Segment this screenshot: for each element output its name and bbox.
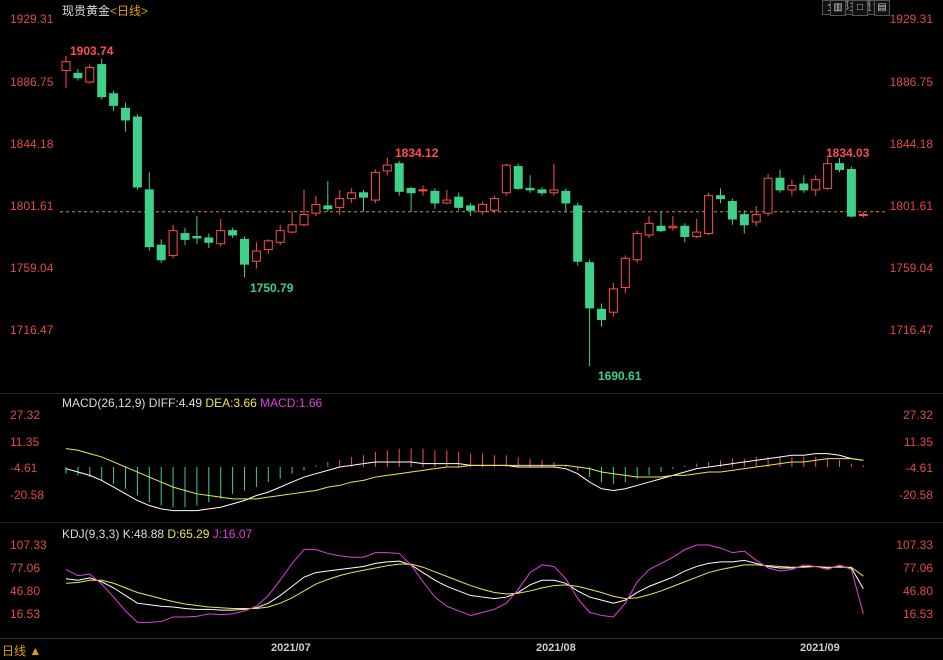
candle-body [109,93,119,106]
candle-body [442,199,452,204]
candle-body [263,240,273,251]
candle-body [823,163,833,189]
candle-body [61,61,71,71]
candle-body [680,225,690,237]
candle-body [739,214,749,226]
candle-body [156,244,166,261]
candle-body [620,257,630,288]
chart-canvas[interactable] [0,0,943,659]
candle-body [525,187,535,191]
candle-body [121,107,130,121]
candle-body [858,214,868,217]
candle-body [335,198,345,208]
candle-body [668,225,678,229]
candle-body [585,262,595,309]
date-label-2: 2021/09 [800,642,840,654]
candle-body [454,196,464,208]
candle-body [763,177,773,214]
candle-body [775,177,785,191]
candle-body [799,183,809,191]
macd-diff-line [65,453,864,512]
candle-body [835,163,844,170]
candle-body [97,64,107,98]
candle-body [85,67,95,83]
kdj-k-line [65,559,864,611]
candle-body [299,214,309,226]
date-label-1: 2021/08 [536,642,576,654]
candle-body [787,184,797,191]
candle-body [287,224,297,233]
candle-body [168,230,178,256]
candle-body [216,230,226,245]
candle-body [644,222,654,236]
candle-body [323,205,333,210]
candle-body [727,201,737,220]
candle-body [251,250,261,262]
candle-body [418,189,428,192]
date-label-0: 2021/07 [271,642,311,654]
footer-bar: 日线 ▲ 2021/07 2021/08 2021/09 [0,638,943,660]
candle-body [597,308,606,320]
candle-body [501,164,511,194]
candle-body [466,205,476,211]
candle-body [811,179,821,191]
candle-body [370,171,380,201]
candle-body [394,163,404,192]
macd-dea-line [65,448,864,500]
candle-body [537,189,547,194]
candle-body [430,190,440,204]
candle-body [716,195,725,200]
candle-body [144,189,154,248]
candle-body [632,233,642,261]
candle-body [192,235,202,239]
candle-body [549,189,559,194]
candle-body [228,230,238,236]
period-button[interactable]: 日线 ▲ [2,642,41,659]
candle-body [275,230,285,243]
candle-body [704,195,714,235]
candle-body [406,187,416,194]
candle-body [240,238,249,265]
candle-body [656,225,666,232]
candle-body [347,192,357,200]
candle-body [489,198,499,211]
candle-body [751,214,761,223]
candle-body [359,192,368,198]
candle-body [180,233,190,240]
candle-body [561,190,571,204]
kdj-d-line [65,563,864,610]
candle-body [608,288,618,313]
candle-body [692,231,702,237]
candle-body [478,203,487,213]
candle-body [132,116,142,188]
candle-body [73,72,83,79]
candle-body [311,203,321,214]
candle-body [513,166,523,189]
candle-body [382,164,392,172]
candle-body [573,205,583,262]
candle-body [846,168,856,217]
candle-body [204,237,214,243]
